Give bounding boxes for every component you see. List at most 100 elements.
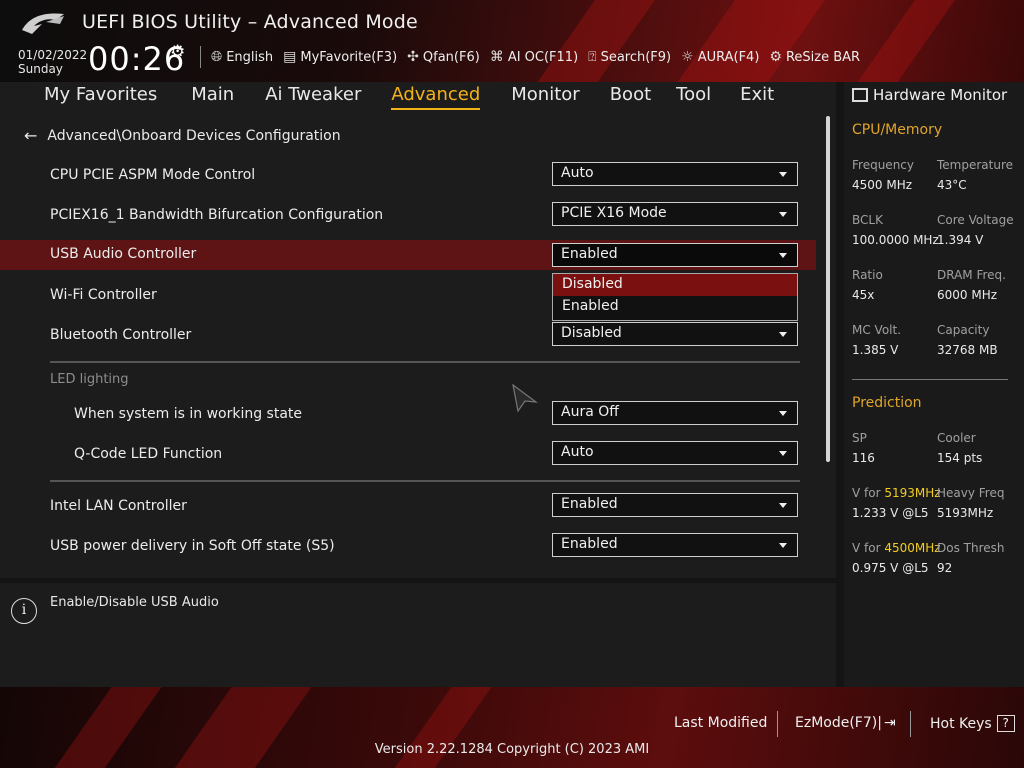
help-text: Enable/Disable USB Audio <box>50 595 219 610</box>
back-arrow-icon[interactable]: ← <box>24 126 37 145</box>
app-title: UEFI BIOS Utility – Advanced Mode <box>82 11 418 33</box>
intel-lan-select[interactable]: Enabled <box>552 493 798 517</box>
tab-boot[interactable]: Boot <box>610 82 651 110</box>
cpu-pcie-aspm-select[interactable]: Auto <box>552 162 798 186</box>
breadcrumb: ← Advanced\Onboard Devices Configuration <box>24 126 341 145</box>
setting-label: When system is in working state <box>74 406 303 422</box>
last-modified-button[interactable]: Last Modified <box>674 715 767 731</box>
scrollbar[interactable] <box>826 116 830 462</box>
led-lighting-section-label: LED lighting <box>50 372 129 387</box>
hw-value: 43°C <box>937 178 967 192</box>
hot-keys-button[interactable]: Hot Keys ? <box>930 715 1015 732</box>
resize-bar-button[interactable]: ⚙ ReSize BAR <box>769 49 860 65</box>
setting-row-led-working-state[interactable]: When system is in working state Aura Off <box>0 400 816 430</box>
hw-value: 154 pts <box>937 451 983 465</box>
hw-label: SP <box>852 431 867 445</box>
favorite-icon: ▤ <box>283 49 297 65</box>
clock-settings-gear-icon[interactable]: ⚙ <box>170 42 185 62</box>
usb-power-s5-select[interactable]: Enabled <box>552 533 798 557</box>
select-value: Aura Off <box>561 404 619 420</box>
rog-logo-icon <box>22 13 64 34</box>
resize-bar-icon: ⚙ <box>769 49 782 65</box>
chevron-down-icon <box>779 212 787 217</box>
tab-my-favorites[interactable]: My Favorites <box>44 82 157 110</box>
bluetooth-select[interactable]: Disabled <box>552 322 798 346</box>
setting-row-qcode-led[interactable]: Q-Code LED Function Auto <box>0 440 816 470</box>
setting-row-bluetooth[interactable]: Bluetooth Controller Disabled <box>0 321 816 351</box>
hw-label: Frequency <box>852 158 914 172</box>
main-panel: My Favorites Main Ai Tweaker Advanced Mo… <box>0 82 836 578</box>
hw-label: Temperature <box>937 158 1014 172</box>
select-value: Enabled <box>561 246 618 262</box>
setting-label: USB Audio Controller <box>50 246 197 262</box>
chevron-down-icon <box>779 543 787 548</box>
hw-value: 32768 MB <box>937 343 998 357</box>
setting-row-intel-lan[interactable]: Intel LAN Controller Enabled <box>0 492 816 522</box>
chevron-down-icon <box>779 253 787 258</box>
setting-row-usb-audio[interactable]: USB Audio Controller Enabled <box>0 240 816 270</box>
date-display: 01/02/2022 Sunday <box>18 48 87 76</box>
tab-tool[interactable]: Tool <box>676 82 711 110</box>
version-text: Version 2.22.1284 Copyright (C) 2023 AMI <box>374 742 650 757</box>
hw-label: DRAM Freq. <box>937 268 1006 282</box>
breadcrumb-path: Advanced\Onboard Devices Configuration <box>47 127 341 144</box>
dropdown-option-disabled[interactable]: Disabled <box>553 274 797 296</box>
usb-audio-select[interactable]: Enabled <box>552 243 798 267</box>
aura-button[interactable]: ☼ AURA(F4) <box>681 49 759 65</box>
hardware-monitor-label: Hardware Monitor <box>873 86 1008 104</box>
setting-label: PCIEX16_1 Bandwidth Bifurcation Configur… <box>50 207 384 223</box>
setting-label: Intel LAN Controller <box>50 498 187 514</box>
section-divider <box>50 480 800 482</box>
myfavorite-label: MyFavorite(F3) <box>300 49 398 65</box>
myfavorite-button[interactable]: ▤ MyFavorite(F3) <box>283 49 397 65</box>
main-nav: My Favorites Main Ai Tweaker Advanced Mo… <box>0 82 836 112</box>
hw-value: 92 <box>937 561 953 575</box>
select-value: Auto <box>561 444 594 460</box>
qfan-button[interactable]: ✣ Qfan(F6) <box>407 49 480 65</box>
tab-main[interactable]: Main <box>191 82 234 110</box>
language-label: English <box>226 49 274 65</box>
hw-value: 1.233 V @L5 <box>852 506 929 520</box>
footer-divider <box>910 711 911 737</box>
pciex16-bifurcation-select[interactable]: PCIE X16 Mode <box>552 202 798 226</box>
aura-label: AURA(F4) <box>697 49 760 65</box>
toolbar-divider <box>200 46 201 68</box>
setting-label: CPU PCIE ASPM Mode Control <box>50 167 256 183</box>
hw-label: V for 5193MHz <box>852 486 941 500</box>
setting-row-pciex16-bifurcation[interactable]: PCIEX16_1 Bandwidth Bifurcation Configur… <box>0 201 816 231</box>
hw-label: Capacity <box>937 323 990 337</box>
select-value: Enabled <box>561 496 618 512</box>
ai-oc-label: AI OC(F11) <box>507 49 579 65</box>
ezmode-button[interactable]: EzMode(F7)| ⇥ <box>795 715 896 731</box>
hw-value: 116 <box>852 451 875 465</box>
hw-value: 1.394 V <box>937 233 984 247</box>
hw-value: 4500 MHz <box>852 178 913 192</box>
header-bar: UEFI BIOS Utility – Advanced Mode 01/02/… <box>0 0 1024 82</box>
setting-row-cpu-pcie-aspm[interactable]: CPU PCIE ASPM Mode Control Auto <box>0 161 816 191</box>
setting-label: Q-Code LED Function <box>74 446 223 462</box>
ai-oc-button[interactable]: ⌘ AI OC(F11) <box>490 49 578 65</box>
tab-exit[interactable]: Exit <box>740 82 774 110</box>
tab-ai-tweaker[interactable]: Ai Tweaker <box>265 82 361 110</box>
hw-label: Dos Thresh <box>937 541 1005 555</box>
qcode-led-select[interactable]: Auto <box>552 441 798 465</box>
monitor-icon <box>852 88 868 102</box>
led-working-state-select[interactable]: Aura Off <box>552 401 798 425</box>
hw-value: 1.385 V <box>852 343 899 357</box>
globe-icon: 🌐︎ <box>211 49 223 65</box>
tab-advanced[interactable]: Advanced <box>391 82 481 110</box>
v-for-prefix: V for <box>852 541 885 555</box>
setting-row-usb-power-s5[interactable]: USB power delivery in Soft Off state (S5… <box>0 532 816 562</box>
search-button[interactable]: ⍰ Search(F9) <box>588 49 671 65</box>
ai-chip-icon: ⌘ <box>489 49 504 65</box>
language-button[interactable]: 🌐︎ English <box>211 49 273 65</box>
hardware-monitor-panel: Hardware Monitor CPU/Memory Frequency 45… <box>844 82 1024 687</box>
info-icon: i <box>11 598 37 624</box>
help-question-icon: ? <box>996 715 1015 732</box>
dropdown-option-enabled[interactable]: Enabled <box>553 296 797 318</box>
day-text: Sunday <box>18 62 63 76</box>
tab-monitor[interactable]: Monitor <box>511 82 579 110</box>
select-value: Disabled <box>561 325 622 341</box>
v-for-frequency: 4500MHz <box>884 541 941 555</box>
resize-bar-label: ReSize BAR <box>785 49 861 65</box>
